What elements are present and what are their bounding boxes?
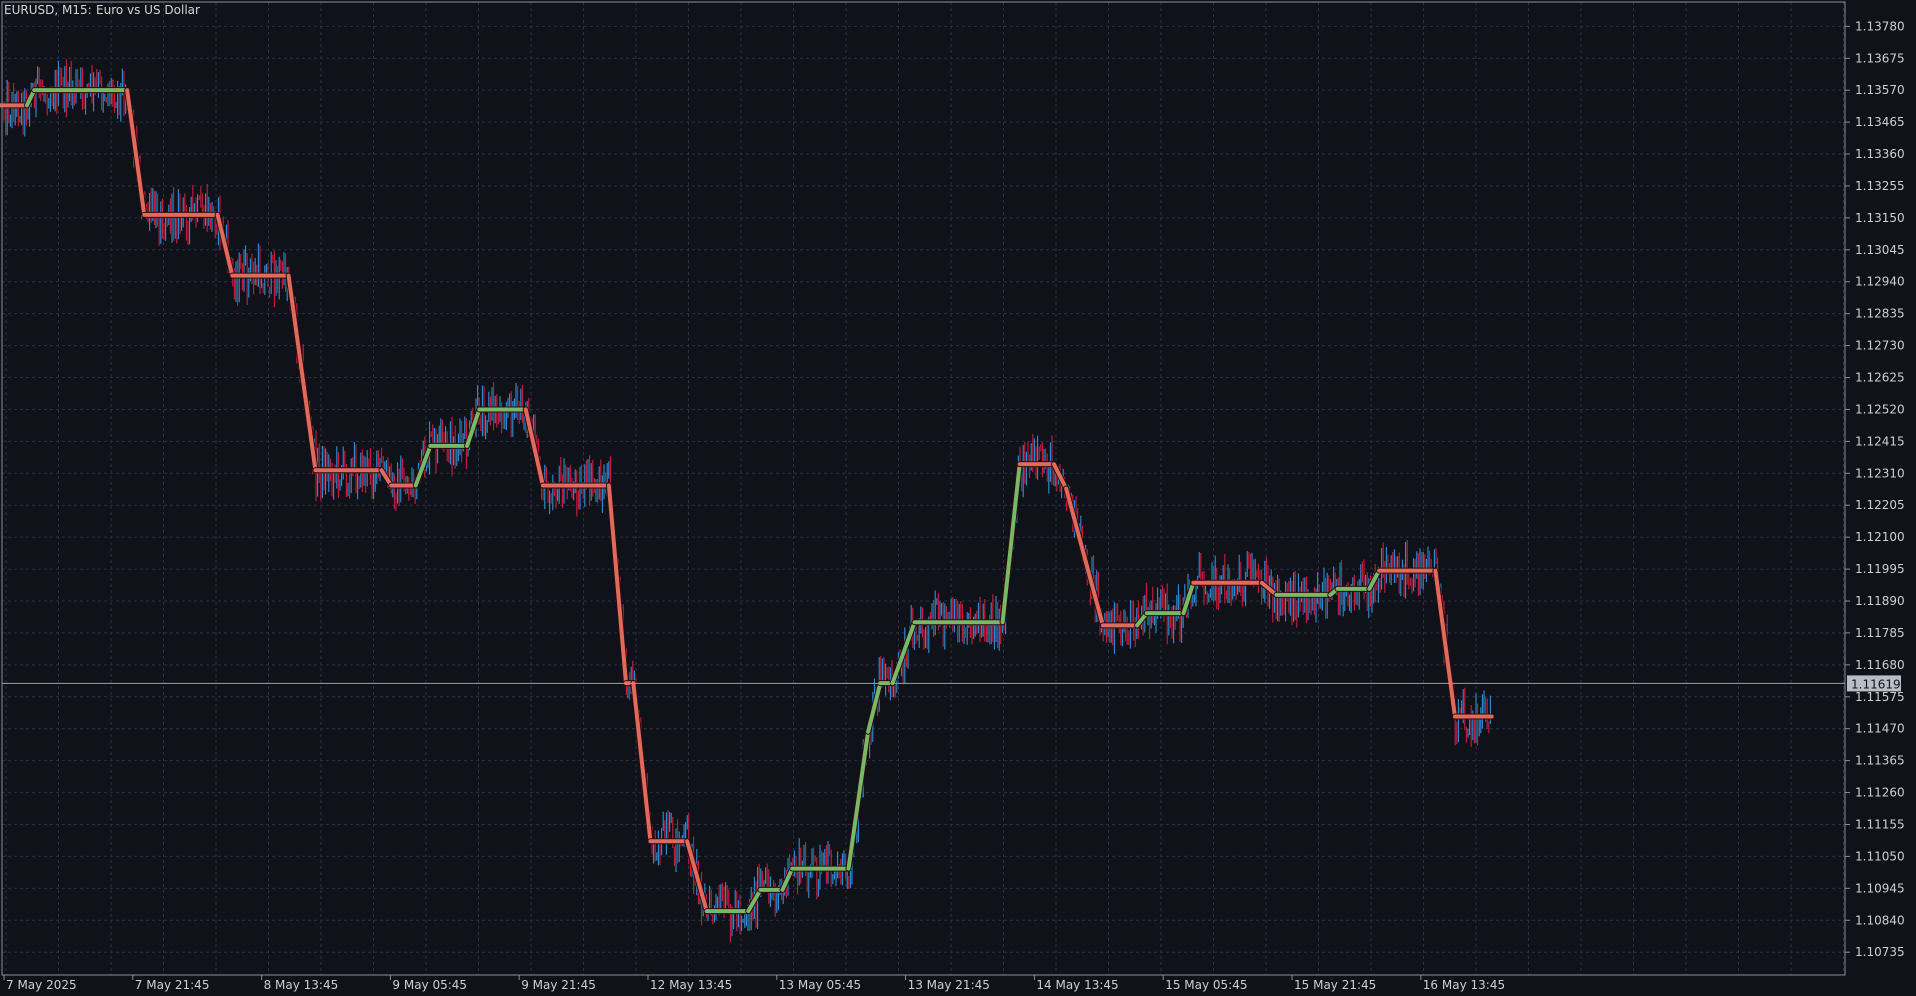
x-tick-label: 15 May 05:45 <box>1165 978 1247 992</box>
y-tick-label: 1.13150 <box>1855 211 1905 225</box>
y-tick-label: 1.11680 <box>1855 658 1905 672</box>
y-tick-label: 1.11470 <box>1855 722 1905 736</box>
chart-description: Euro vs US Dollar <box>96 3 200 17</box>
y-tick-label: 1.12205 <box>1855 498 1905 512</box>
y-tick-label: 1.11890 <box>1855 594 1905 608</box>
y-tick-label: 1.11050 <box>1855 849 1905 863</box>
y-tick-label: 1.12940 <box>1855 275 1905 289</box>
y-tick-label: 1.10735 <box>1855 945 1905 959</box>
y-tick-label: 1.13675 <box>1855 51 1905 65</box>
x-tick-label: 7 May 21:45 <box>135 978 210 992</box>
x-tick-label: 13 May 05:45 <box>779 978 861 992</box>
y-tick-label: 1.12835 <box>1855 307 1905 321</box>
y-tick-label: 1.13255 <box>1855 179 1905 193</box>
x-tick-label: 7 May 2025 <box>6 978 77 992</box>
y-tick-label: 1.13465 <box>1855 115 1905 129</box>
y-tick-label: 1.11260 <box>1855 786 1905 800</box>
y-tick-label: 1.11155 <box>1855 817 1905 831</box>
x-tick-label: 13 May 21:45 <box>908 978 990 992</box>
x-tick-label: 15 May 21:45 <box>1294 978 1376 992</box>
y-tick-label: 1.11995 <box>1855 562 1905 576</box>
y-tick-label: 1.11785 <box>1855 626 1905 640</box>
y-tick-label: 1.13360 <box>1855 147 1905 161</box>
x-tick-label: 8 May 13:45 <box>264 978 339 992</box>
y-tick-label: 1.10945 <box>1855 881 1905 895</box>
x-tick-label: 9 May 05:45 <box>392 978 467 992</box>
current-price-label: 1.11619 <box>1851 677 1901 691</box>
y-tick-label: 1.11575 <box>1855 690 1905 704</box>
y-tick-label: 1.13570 <box>1855 83 1905 97</box>
x-tick-label: 9 May 21:45 <box>521 978 596 992</box>
y-tick-label: 1.12310 <box>1855 466 1905 480</box>
y-tick-label: 1.12625 <box>1855 371 1905 385</box>
chart-container: 1.13780 1.13675 1.13570 1.13465 1.13360 1.132… <box>0 0 1916 996</box>
y-tick-label: 1.12100 <box>1855 530 1905 544</box>
chart-symbol: EURUSD, M15: <box>4 3 92 17</box>
y-tick-label: 1.12415 <box>1855 434 1905 448</box>
chart-background <box>0 0 1916 996</box>
price-chart: 1.13780 1.13675 1.13570 1.13465 1.13360 1.132… <box>0 0 1916 996</box>
x-tick-label: 12 May 13:45 <box>650 978 732 992</box>
x-tick-label: 14 May 13:45 <box>1036 978 1118 992</box>
y-tick-label: 1.13045 <box>1855 243 1905 257</box>
y-tick-label: 1.12520 <box>1855 402 1905 416</box>
y-tick-label: 1.13780 <box>1855 19 1905 33</box>
y-tick-label: 1.10840 <box>1855 913 1905 927</box>
y-tick-label: 1.12730 <box>1855 339 1905 353</box>
y-tick-label: 1.11365 <box>1855 754 1905 768</box>
x-tick-label: 16 May 13:45 <box>1423 978 1505 992</box>
